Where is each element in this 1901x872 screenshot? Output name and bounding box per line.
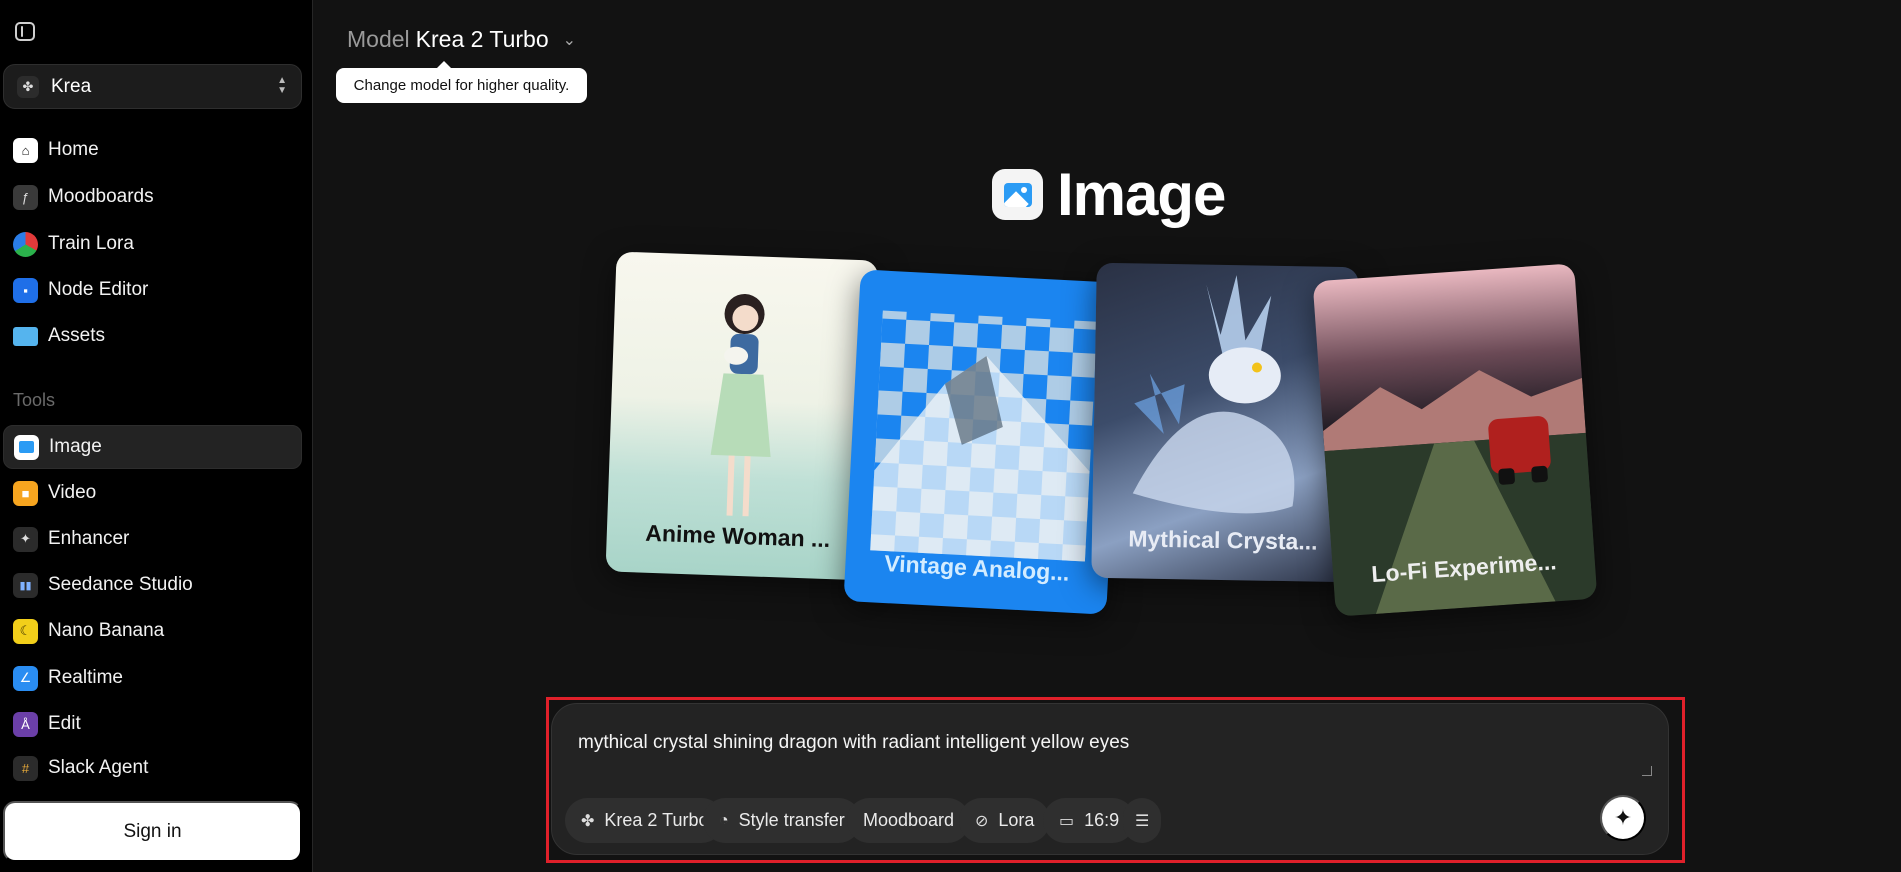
banana-icon: ☾ bbox=[13, 618, 38, 644]
lora-label: Lora bbox=[998, 810, 1035, 830]
generate-button[interactable]: ✦ bbox=[1600, 795, 1646, 841]
sidebar-item-label: Assets bbox=[48, 325, 106, 346]
card-label: Mythical Crysta... bbox=[1128, 525, 1318, 555]
hero-header: Image bbox=[992, 160, 1226, 229]
sidebar-item-realtime[interactable]: ∠ Realtime bbox=[3, 656, 302, 700]
style-transfer-chip[interactable]: ◔ Style transfer bbox=[703, 798, 861, 843]
video-icon: ■ bbox=[13, 480, 38, 506]
model-prefix: Model bbox=[347, 26, 410, 52]
sidebar-item-node-editor[interactable]: ▪ Node Editor bbox=[3, 268, 302, 312]
prompt-box: mythical crystal shining dragon with rad… bbox=[551, 703, 1669, 855]
moodboard-chip[interactable]: Moodboard bbox=[847, 798, 971, 843]
krea-logo-icon: ✤ bbox=[581, 812, 595, 830]
sidebar-item-label: Moodboards bbox=[48, 186, 154, 207]
prompt-input[interactable]: mythical crystal shining dragon with rad… bbox=[578, 732, 1129, 754]
sparkle-icon: ✦ bbox=[1613, 805, 1633, 830]
style-transfer-label: Style transfer bbox=[738, 810, 845, 830]
sidebar-item-enhancer[interactable]: ✦ Enhancer bbox=[3, 517, 302, 561]
sidebar-item-nano-banana[interactable]: ☾ Nano Banana bbox=[3, 609, 302, 653]
page-title: Image bbox=[1057, 161, 1226, 228]
sidebar-item-label: Edit bbox=[48, 713, 81, 734]
lora-chip[interactable]: ⊘ Lora bbox=[959, 798, 1051, 843]
sliders-icon: ☰ bbox=[1135, 812, 1150, 830]
realtime-icon: ∠ bbox=[13, 665, 38, 691]
model-chip[interactable]: ✤ Krea 2 Turbo bbox=[565, 798, 725, 843]
train-lora-icon bbox=[13, 231, 38, 257]
image-icon bbox=[992, 169, 1043, 220]
moodboard-icon: ƒ bbox=[13, 184, 38, 210]
sidebar-item-label: Node Editor bbox=[48, 279, 149, 300]
workspace-switcher[interactable]: ✤ Krea ▲ ▼ bbox=[3, 64, 302, 109]
sidebar-item-edit[interactable]: Å Edit bbox=[3, 702, 302, 746]
sidebar-item-moodboards[interactable]: ƒ Moodboards bbox=[3, 175, 302, 219]
resize-grip-icon[interactable] bbox=[1642, 766, 1652, 776]
image-icon bbox=[14, 434, 39, 460]
tools-section-label: Tools bbox=[13, 390, 56, 410]
sidebar-item-label: Seedance Studio bbox=[48, 574, 193, 595]
aspect-ratio-icon: ▭ bbox=[1059, 812, 1075, 830]
sidebar-item-slack-agent[interactable]: # Slack Agent bbox=[3, 746, 302, 790]
enhancer-icon: ✦ bbox=[13, 526, 38, 552]
sidebar-item-label: Nano Banana bbox=[48, 620, 165, 641]
krea-logo-icon: ✤ bbox=[17, 75, 39, 98]
chevron-updown-icon: ▲ ▼ bbox=[277, 75, 287, 96]
example-card-lo-fi-experiment[interactable]: Lo-Fi Experime... bbox=[1312, 263, 1598, 617]
palette-icon: ◔ bbox=[719, 811, 729, 829]
sidebar-item-assets[interactable]: Assets bbox=[3, 314, 302, 358]
sidebar-item-image[interactable]: Image bbox=[3, 425, 302, 469]
model-name: Krea 2 Turbo bbox=[415, 26, 549, 52]
sidebar-item-label: Realtime bbox=[48, 667, 123, 688]
home-icon: ⌂ bbox=[13, 137, 38, 163]
card-label: Anime Woman ... bbox=[644, 519, 831, 553]
sign-in-button[interactable]: Sign in bbox=[3, 801, 302, 862]
settings-chip[interactable]: ☰ bbox=[1123, 798, 1162, 843]
edit-icon: Å bbox=[13, 711, 38, 737]
model-tooltip: Change model for higher quality. bbox=[336, 61, 587, 103]
sidebar-item-label: Video bbox=[48, 482, 97, 503]
model-selector[interactable]: Model Krea 2 Turbo ⌄ bbox=[347, 26, 576, 53]
sidebar-item-label: Home bbox=[48, 139, 99, 160]
sidebar-item-label: Enhancer bbox=[48, 528, 130, 549]
node-editor-icon: ▪ bbox=[13, 277, 38, 303]
folder-icon bbox=[13, 326, 38, 346]
sidebar-toggle-icon[interactable] bbox=[15, 22, 35, 41]
example-card-vintage-analog[interactable]: Vintage Analog... bbox=[843, 269, 1124, 615]
aspect-ratio-chip[interactable]: ▭ 16:9 bbox=[1043, 798, 1136, 843]
sidebar: ✤ Krea ▲ ▼ ⌂ Home ƒ Moodboards Train Lora… bbox=[0, 0, 312, 872]
sidebar-item-label: Train Lora bbox=[48, 233, 134, 254]
moodboard-label: Moodboard bbox=[863, 810, 955, 830]
sidebar-item-label: Slack Agent bbox=[48, 757, 149, 778]
main-area: Model Krea 2 Turbo ⌄ Change model for hi… bbox=[312, 0, 1901, 872]
sidebar-item-seedance-studio[interactable]: ▮▮ Seedance Studio bbox=[3, 563, 302, 607]
sidebar-item-train-lora[interactable]: Train Lora bbox=[3, 222, 302, 266]
sidebar-item-home[interactable]: ⌂ Home bbox=[3, 128, 302, 172]
aspect-ratio-label: 16:9 bbox=[1084, 810, 1120, 830]
example-card-anime-woman[interactable]: Anime Woman ... bbox=[605, 251, 879, 581]
chevron-down-icon: ⌄ bbox=[562, 31, 577, 49]
anime-woman-illustration bbox=[710, 294, 771, 517]
slack-icon: # bbox=[13, 755, 38, 781]
workspace-name: Krea bbox=[51, 75, 92, 97]
model-chip-label: Krea 2 Turbo bbox=[604, 810, 709, 830]
sidebar-item-video[interactable]: ■ Video bbox=[3, 471, 302, 515]
lora-icon: ⊘ bbox=[975, 812, 989, 830]
seedance-studio-icon: ▮▮ bbox=[13, 572, 38, 598]
sidebar-item-label: Image bbox=[49, 436, 102, 457]
